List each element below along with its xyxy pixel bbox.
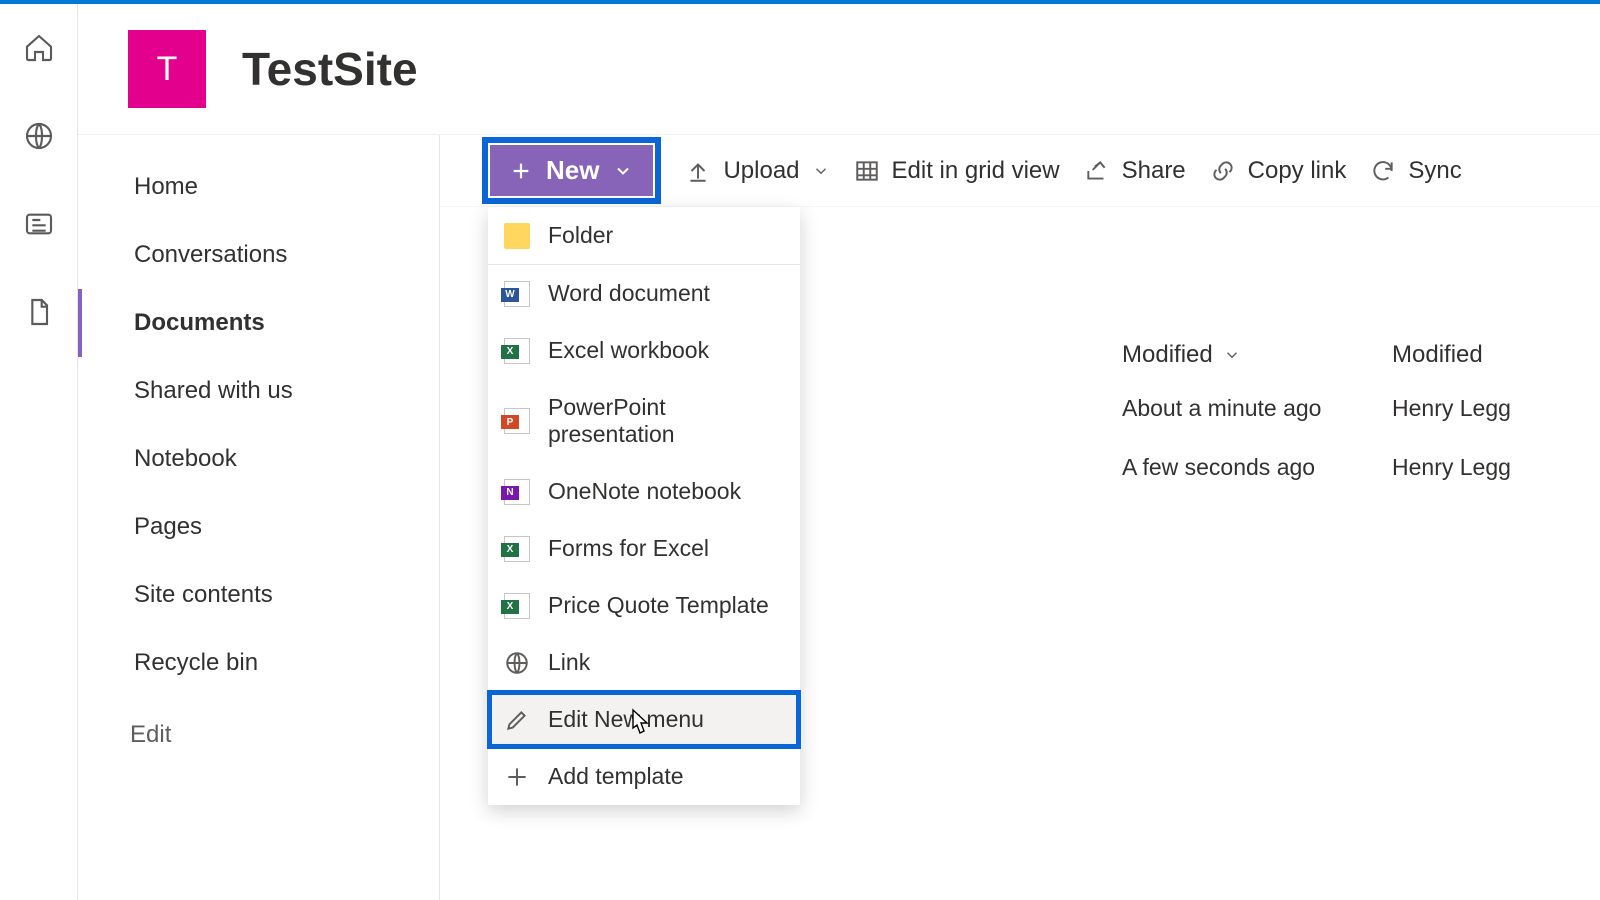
sync-label: Sync [1408,157,1461,185]
menu-item-label: OneNote notebook [548,478,741,505]
nav-conversations[interactable]: Conversations [78,221,439,289]
sync-button[interactable]: Sync [1370,157,1461,185]
new-menu-forms[interactable]: X Forms for Excel [488,520,800,577]
chevron-down-icon [812,162,830,180]
new-menu-excel[interactable]: X Excel workbook [488,322,800,379]
new-menu-word[interactable]: W Word document [488,265,800,322]
column-label: Modified [1122,341,1213,369]
upload-label: Upload [723,157,799,185]
nav-recycle-bin[interactable]: Recycle bin [78,629,439,697]
globe-icon [504,650,530,676]
grid-view-button[interactable]: Edit in grid view [854,157,1060,185]
globe-icon[interactable] [23,120,55,152]
excel-icon: X [504,338,530,364]
site-logo[interactable]: T [128,30,206,108]
menu-item-label: Edit New menu [548,706,704,733]
nav-notebook[interactable]: Notebook [78,425,439,493]
nav-edit-link[interactable]: Edit [78,697,439,749]
new-menu-powerpoint[interactable]: P PowerPoint presentation [488,379,800,463]
grid-label: Edit in grid view [892,157,1060,185]
menu-item-label: Price Quote Template [548,592,769,619]
new-menu-edit[interactable]: Edit New menu [487,690,801,749]
nav-pages[interactable]: Pages [78,493,439,561]
link-icon [1210,158,1236,184]
grid-icon [854,158,880,184]
cell-modified: About a minute ago [1122,395,1352,422]
menu-item-label: Add template [548,763,684,790]
news-icon[interactable] [23,208,55,240]
site-nav: Home Conversations Documents Shared with… [78,135,440,900]
nav-site-contents[interactable]: Site contents [78,561,439,629]
share-button[interactable]: Share [1084,157,1186,185]
nav-home[interactable]: Home [78,153,439,221]
app-rail [0,4,78,900]
main: T TestSite Home Conversations Documents … [78,4,1600,900]
home-icon[interactable] [23,32,55,64]
content: Home Conversations Documents Shared with… [78,134,1600,900]
new-menu-onenote[interactable]: N OneNote notebook [488,463,800,520]
sync-icon [1370,158,1396,184]
chevron-down-icon [613,161,633,181]
menu-item-label: Folder [548,222,613,249]
chevron-down-icon [1223,346,1241,364]
new-menu-link[interactable]: Link [488,634,800,691]
layout: T TestSite Home Conversations Documents … [0,4,1600,900]
menu-item-label: Link [548,649,590,676]
site-header: T TestSite [78,4,1600,134]
word-icon: W [504,281,530,307]
powerpoint-icon: P [504,408,530,434]
site-title[interactable]: TestSite [242,42,418,96]
plus-icon [504,764,530,790]
column-modified[interactable]: Modified [1122,341,1352,369]
excel-icon: X [504,593,530,619]
new-menu-add-template[interactable]: Add template [488,748,800,805]
excel-icon: X [504,536,530,562]
onenote-icon: N [504,479,530,505]
nav-documents[interactable]: Documents [78,289,439,357]
menu-item-label: Excel workbook [548,337,709,364]
command-bar: New Upload Edit in grid view [440,135,1600,207]
menu-item-label: PowerPoint presentation [548,394,784,448]
column-modified-by[interactable]: Modified [1392,341,1592,369]
library-pane: New Upload Edit in grid view [440,135,1600,900]
cell-modified: A few seconds ago [1122,454,1352,481]
new-menu-price-quote[interactable]: X Price Quote Template [488,577,800,634]
share-icon [1084,158,1110,184]
copy-link-button[interactable]: Copy link [1210,157,1347,185]
new-menu-folder[interactable]: Folder [488,207,800,265]
new-button-label: New [546,155,599,186]
menu-item-label: Forms for Excel [548,535,709,562]
new-menu: Folder W Word document X Excel workbook … [488,207,800,805]
upload-button[interactable]: Upload [685,157,829,185]
copy-link-label: Copy link [1248,157,1347,185]
new-button[interactable]: New [490,145,653,196]
column-label: Modified [1392,341,1483,369]
pencil-icon [504,707,530,733]
menu-item-label: Word document [548,280,710,307]
plus-icon [510,160,532,182]
document-icon[interactable] [23,296,55,328]
new-button-highlight: New [482,137,661,204]
folder-icon [504,223,530,249]
cell-modified-by: Henry Legg [1392,454,1592,481]
share-label: Share [1122,157,1186,185]
upload-icon [685,158,711,184]
cell-modified-by: Henry Legg [1392,395,1592,422]
nav-shared[interactable]: Shared with us [78,357,439,425]
